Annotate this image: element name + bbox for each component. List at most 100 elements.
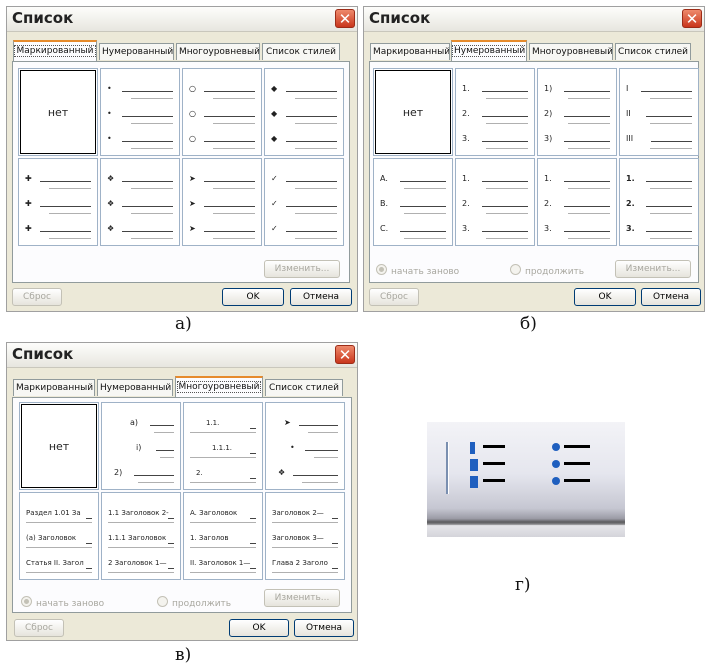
radio-label: продолжить <box>525 267 585 277</box>
tab-multilevel[interactable]: Многоуровневый <box>175 376 263 397</box>
close-icon[interactable]: ✕ <box>682 9 702 28</box>
list-marker: ✚ <box>25 224 32 233</box>
list-marker: C. <box>380 224 389 233</box>
list-style-option[interactable]: 1.1 Заголовок 2- 1.1.1 Заголовок 2 Заголов… <box>101 492 181 580</box>
tab-bulleted[interactable]: Маркированный <box>13 40 97 61</box>
change-button[interactable]: Изменить... <box>264 589 340 607</box>
cancel-button[interactable]: Отмена <box>641 288 701 306</box>
list-style-option[interactable]: Раздел 1.01 За (a) Заголовок Статья II. За… <box>19 492 99 580</box>
text-line <box>650 123 692 124</box>
list-marker: 1. <box>462 84 470 93</box>
text-line <box>122 231 173 232</box>
text-line <box>122 206 173 207</box>
ok-button[interactable]: OK <box>574 288 636 306</box>
list-style-option[interactable]: 1) 2) 3) <box>537 68 617 156</box>
change-button[interactable]: Изменить... <box>615 260 691 278</box>
list-style-option[interactable]: 1. 2. 3. <box>619 158 699 246</box>
text-line <box>646 231 692 232</box>
restart-radio[interactable]: начать заново <box>376 264 459 277</box>
list-style-option[interactable]: ○ ○ ○ <box>182 68 262 156</box>
text-line <box>482 231 528 232</box>
text-line <box>156 450 174 451</box>
text-line <box>295 213 337 214</box>
list-style-option[interactable]: 1. 2. 3. <box>537 158 617 246</box>
list-style-option[interactable]: ❖ ❖ ❖ <box>100 158 180 246</box>
list-style-option[interactable]: A. Заголовок 1. Заголов II. Заголовок 1— <box>183 492 263 580</box>
close-icon[interactable]: ✕ <box>335 9 355 28</box>
dialog-title: Список <box>12 345 74 363</box>
list-style-option[interactable]: ✓ ✓ ✓ <box>264 158 344 246</box>
list-item-preview: Статья II. Загол <box>26 557 92 569</box>
bullets-icon[interactable] <box>548 442 592 494</box>
cancel-button[interactable]: Отмена <box>290 288 352 306</box>
list-style-option[interactable]: 1.1. 1.1.1. 2. <box>183 402 263 490</box>
text-line <box>400 181 446 182</box>
list-marker: ➤ <box>189 174 196 183</box>
list-style-option[interactable]: нет <box>19 402 99 490</box>
text-line <box>308 432 338 433</box>
text-line <box>482 116 528 117</box>
tab-numbered[interactable]: Нумерованный <box>451 40 527 61</box>
list-item-preview: 3. <box>544 223 610 235</box>
tab-numbered[interactable]: Нумерованный <box>97 379 173 396</box>
text-line <box>295 238 337 239</box>
list-item-preview: Заголовок 2— <box>272 507 338 519</box>
reset-button[interactable]: Сброс <box>14 619 64 637</box>
list-style-option[interactable]: нет <box>18 68 98 156</box>
list-marker: ❖ <box>107 199 115 208</box>
cancel-button[interactable]: Отмена <box>294 619 354 637</box>
list-item-preview: ○ <box>189 83 255 95</box>
text-line <box>40 231 91 232</box>
text-line <box>486 148 528 149</box>
list-style-option[interactable]: I II III <box>619 68 699 156</box>
continue-radio[interactable]: продолжить <box>510 264 584 277</box>
list-marker: • <box>107 109 112 118</box>
list-style-option[interactable]: 1. 2. 3. <box>455 158 535 246</box>
list-style-option[interactable]: Заголовок 2— Заголовок 3— Глава 2 Заголо <box>265 492 345 580</box>
text-line <box>213 148 255 149</box>
reset-button[interactable]: Сброс <box>369 288 419 306</box>
list-style-option[interactable]: ◆ ◆ ◆ <box>264 68 344 156</box>
none-label: нет <box>48 439 70 453</box>
tab-list-styles[interactable]: Список стилей <box>265 379 343 396</box>
tab-multilevel[interactable]: Многоуровневый <box>529 43 613 60</box>
tab-label: Нумерованный <box>452 45 526 57</box>
tab-bulleted[interactable]: Маркированный <box>13 379 95 396</box>
caption-b: б) <box>520 314 537 334</box>
text-line <box>131 188 173 189</box>
text-line <box>568 213 610 214</box>
tab-numbered[interactable]: Нумерованный <box>99 43 174 60</box>
list-item-preview: • <box>107 108 173 120</box>
caption-g: г) <box>515 575 531 595</box>
list-style-option[interactable]: a) i) 2) <box>101 402 181 490</box>
tab-list-styles[interactable]: Список стилей <box>262 43 340 60</box>
list-style-option[interactable]: A. B. C. <box>373 158 453 246</box>
tab-list-styles[interactable]: Список стилей <box>615 43 691 60</box>
text-line <box>295 123 337 124</box>
tab-bulleted[interactable]: Маркированный <box>370 43 450 60</box>
restart-radio[interactable]: начать заново <box>21 596 104 609</box>
list-item-preview: ➤ <box>272 417 338 429</box>
ok-button[interactable]: OK <box>229 619 289 637</box>
radio-label: продолжить <box>172 599 232 609</box>
list-style-option[interactable]: ➤ • ❖ <box>265 402 345 490</box>
text-line <box>213 188 255 189</box>
list-style-option[interactable]: нет <box>373 68 453 156</box>
tab-multilevel[interactable]: Многоуровневый <box>176 43 260 60</box>
continue-radio[interactable]: продолжить <box>157 596 231 609</box>
text-line <box>49 213 91 214</box>
list-style-option[interactable]: 1. 2. 3. <box>455 68 535 156</box>
list-style-option[interactable]: ✚ ✚ ✚ <box>18 158 98 246</box>
close-icon[interactable]: ✕ <box>335 345 355 364</box>
ok-button[interactable]: OK <box>222 288 284 306</box>
list-style-option[interactable]: ➤ ➤ ➤ <box>182 158 262 246</box>
text-line <box>305 450 338 451</box>
text-line <box>286 231 337 232</box>
list-marker: 3. <box>544 224 552 233</box>
text-line <box>131 148 173 149</box>
numbering-icon[interactable] <box>467 442 507 494</box>
change-button[interactable]: Изменить... <box>264 260 340 278</box>
reset-button[interactable]: Сброс <box>12 288 62 306</box>
list-style-option[interactable]: • • • <box>100 68 180 156</box>
list-marker: ➤ <box>284 418 291 427</box>
